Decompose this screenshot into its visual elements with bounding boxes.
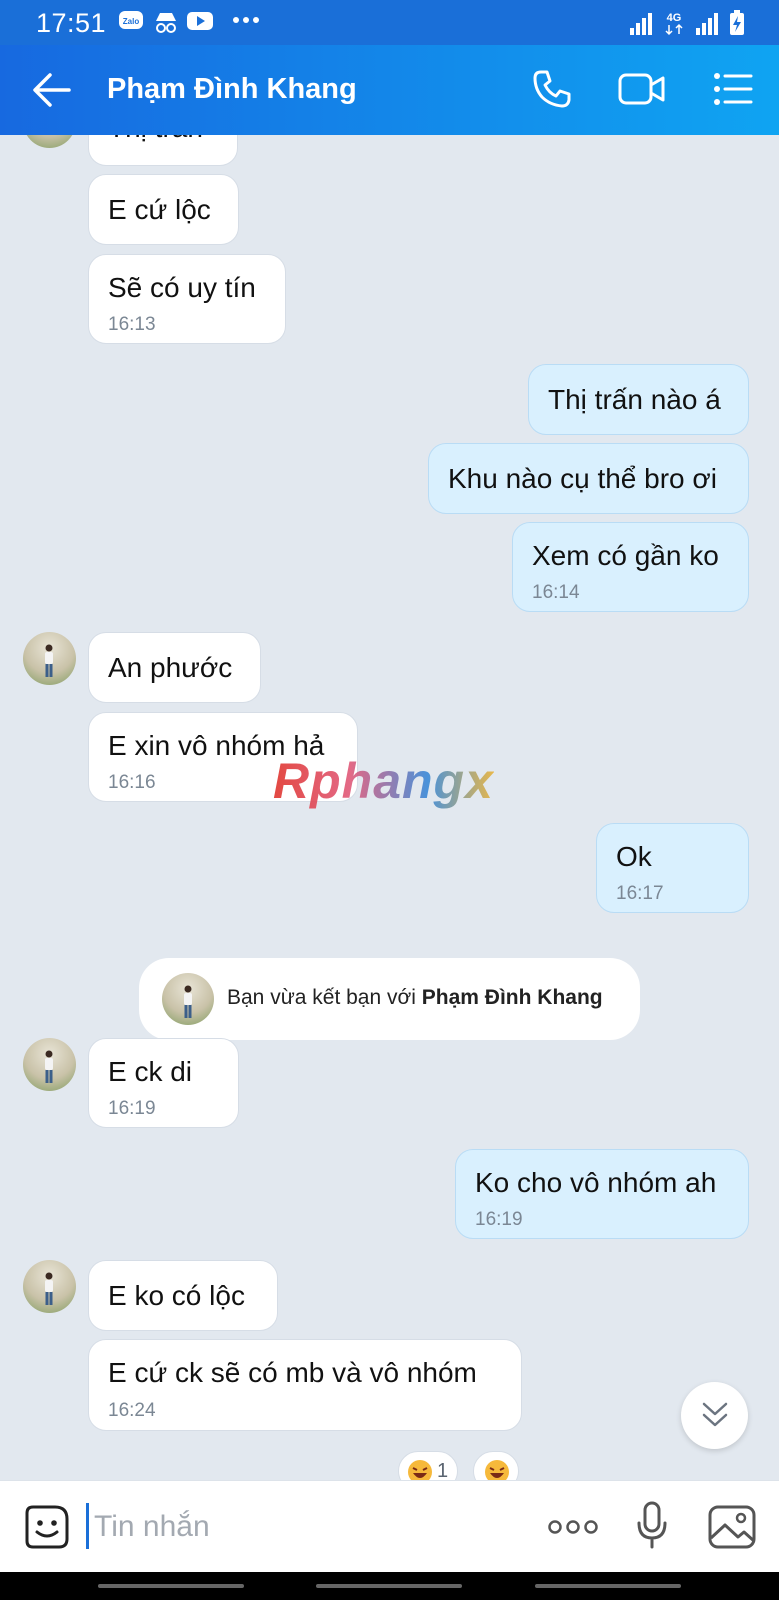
contact-avatar[interactable]	[23, 135, 76, 148]
add-reaction-button[interactable]	[473, 1451, 519, 1480]
message-time: 16:13	[108, 314, 156, 335]
status-time: 17:51	[36, 8, 107, 38]
message-bubble[interactable]: Ok 16:17	[596, 823, 749, 913]
friend-added-notice: Bạn vừa kết bạn với Phạm Đình Khang	[139, 958, 640, 1040]
message-time: 16:16	[108, 772, 156, 793]
laugh-emoji-icon	[485, 1460, 509, 1480]
message-bubble[interactable]: Thị trấn	[88, 135, 238, 166]
message-input-bar	[0, 1480, 779, 1573]
avatar-person-icon	[184, 985, 192, 1018]
microphone-icon[interactable]	[636, 1501, 668, 1549]
chat-message-list[interactable]: Thị trấn E cứ lộc Sẽ có uy tín 16:13 Thị…	[0, 135, 779, 1480]
contact-name[interactable]: Phạm Đình Khang	[107, 73, 357, 106]
avatar-person-icon	[45, 1272, 53, 1305]
message-bubble[interactable]: E cứ ck sẽ có mb và vô nhóm 16:24	[88, 1339, 522, 1431]
watermark-logo: Rphangx	[273, 753, 494, 809]
incognito-icon	[156, 13, 176, 33]
message-bubble[interactable]: E cứ lộc	[88, 174, 239, 245]
nav-home-button[interactable]	[316, 1584, 462, 1588]
avatar-person-icon	[45, 644, 53, 677]
message-bubble[interactable]: Ko cho vô nhóm ah 16:19	[455, 1149, 749, 1239]
contact-avatar[interactable]	[23, 1038, 76, 1091]
contact-avatar[interactable]	[23, 632, 76, 685]
message-input[interactable]	[92, 1501, 516, 1553]
chat-header: Phạm Đình Khang	[0, 45, 779, 135]
text-cursor	[86, 1503, 89, 1549]
message-bubble[interactable]: Sẽ có uy tín 16:13	[88, 254, 286, 344]
friend-name: Phạm Đình Khang	[421, 986, 603, 1009]
double-chevron-down-icon	[702, 1402, 728, 1427]
contact-avatar[interactable]	[23, 1260, 76, 1313]
signal-2-icon	[696, 13, 718, 35]
message-bubble[interactable]: An phước	[88, 632, 261, 703]
reaction-count: 1	[437, 1460, 449, 1480]
image-icon[interactable]	[708, 1505, 756, 1549]
avatar-person-icon	[45, 1050, 53, 1083]
list-menu-icon[interactable]	[713, 71, 753, 107]
video-camera-icon[interactable]	[618, 72, 666, 106]
message-time: 16:14	[532, 582, 580, 603]
message-time: 16:24	[108, 1400, 156, 1421]
phone-icon[interactable]	[532, 69, 572, 109]
scroll-to-bottom-button[interactable]	[681, 1382, 748, 1449]
arrow-left-icon[interactable]	[32, 72, 72, 108]
message-time: 16:17	[616, 883, 664, 904]
more-notifications-icon	[233, 17, 259, 23]
laugh-emoji-icon	[408, 1460, 432, 1480]
message-bubble[interactable]: E ck di 16:19	[88, 1038, 239, 1128]
svg-text:4G: 4G	[667, 12, 682, 24]
system-nav-bar	[0, 1572, 779, 1600]
message-time: 16:19	[108, 1098, 156, 1119]
message-bubble[interactable]: Xem có gần ko 16:14	[512, 522, 749, 612]
status-bar: 17:51 Zalo 4G	[0, 0, 779, 45]
reaction-badge[interactable]: 1	[398, 1451, 458, 1480]
zalo-notification-icon: Zalo	[119, 11, 143, 29]
battery-charging-icon	[730, 10, 744, 35]
svg-text:Zalo: Zalo	[123, 17, 140, 26]
network-type-icon: 4G	[665, 12, 683, 36]
message-bubble[interactable]: Khu nào cụ thể bro ơi	[428, 443, 749, 514]
message-bubble[interactable]: E ko có lộc	[88, 1260, 278, 1331]
more-dots-icon[interactable]	[548, 1519, 598, 1535]
message-bubble[interactable]: Thị trấn nào á	[528, 364, 749, 435]
sticker-face-icon[interactable]	[25, 1505, 69, 1549]
nav-recent-button[interactable]	[98, 1584, 244, 1588]
nav-back-button[interactable]	[535, 1584, 681, 1588]
youtube-icon	[187, 12, 213, 30]
signal-icon	[630, 13, 652, 35]
message-time: 16:19	[475, 1209, 523, 1230]
contact-avatar[interactable]	[162, 973, 214, 1025]
